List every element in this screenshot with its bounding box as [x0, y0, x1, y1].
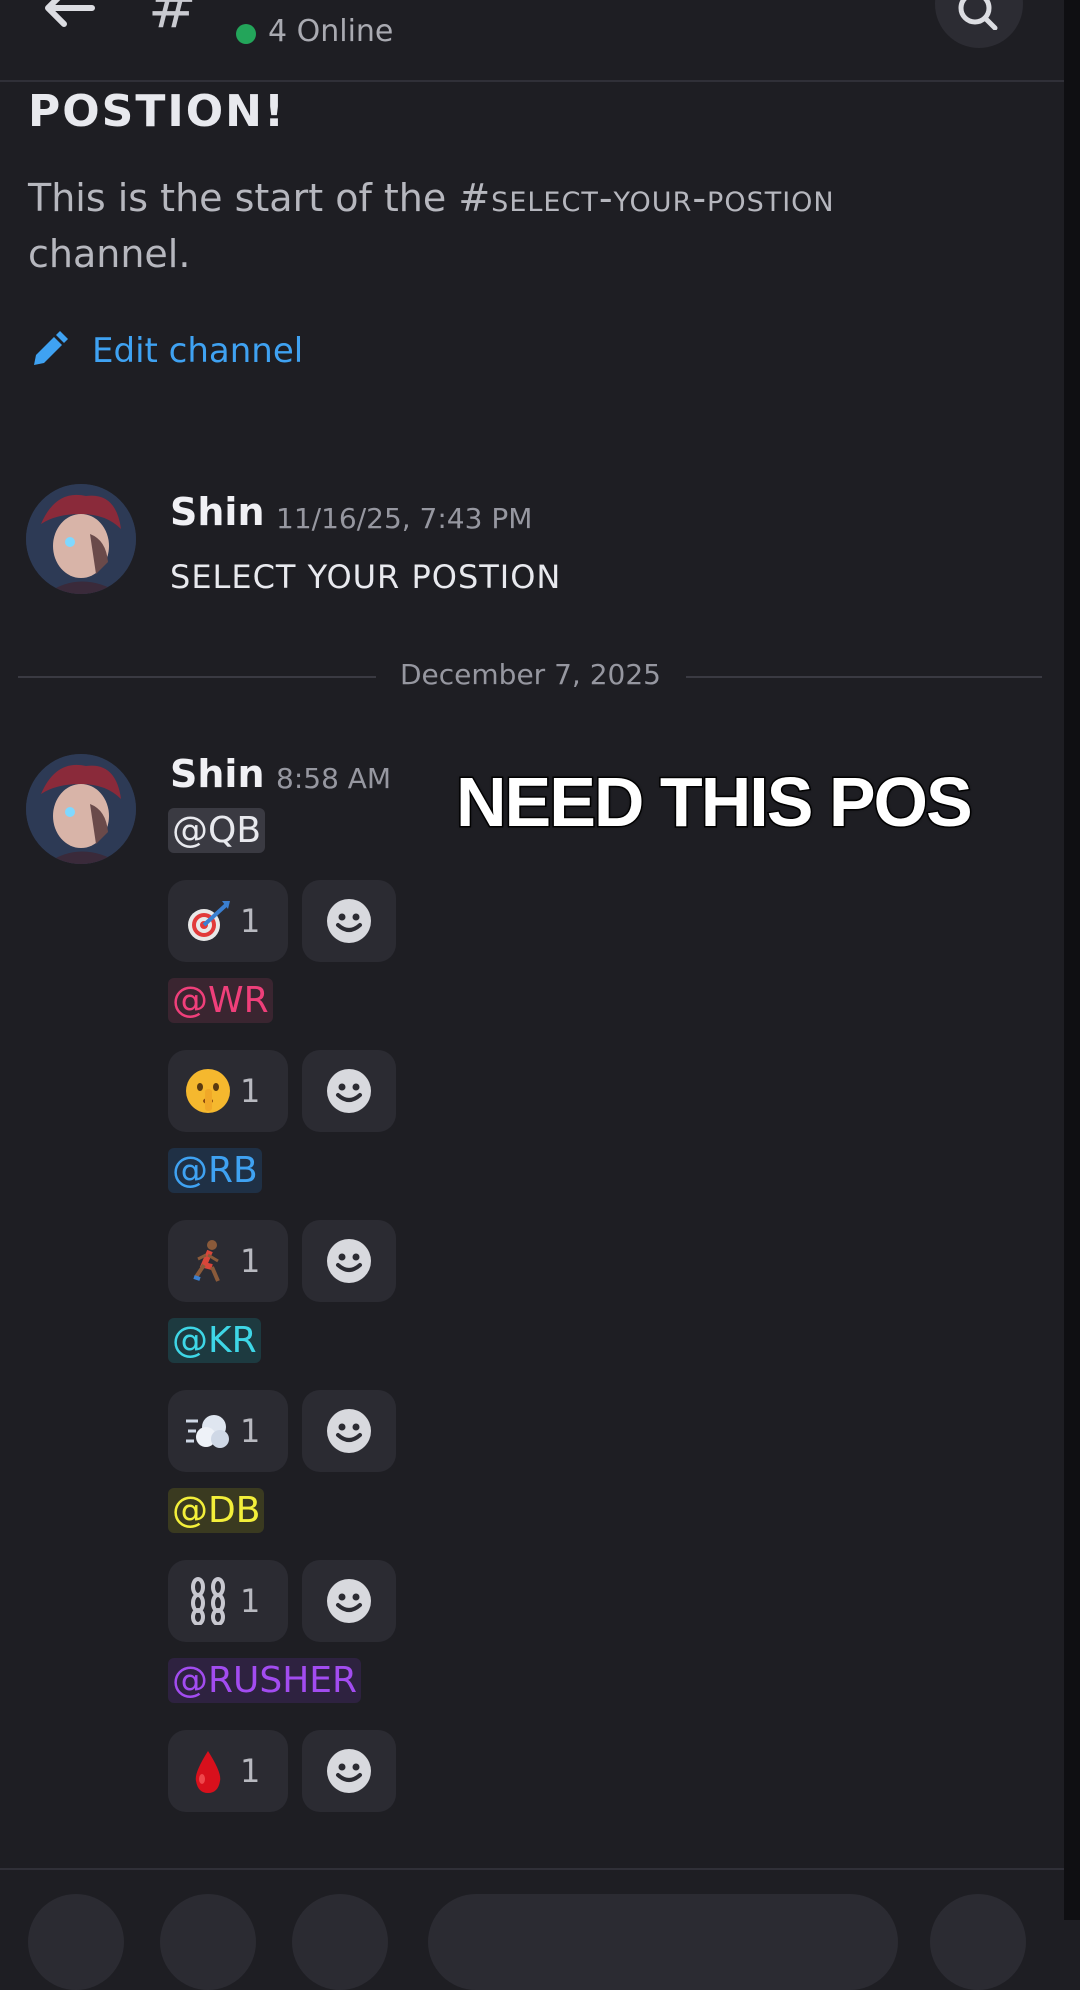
desc-text: channel.	[28, 232, 191, 276]
role-mention[interactable]: @KR	[168, 1318, 261, 1363]
reaction-button[interactable]: 1	[168, 1220, 288, 1302]
role-mention[interactable]: @WR	[168, 978, 273, 1023]
reaction-count: 1	[240, 1752, 261, 1790]
drop-of-blood-icon	[184, 1747, 232, 1795]
add-reaction-button[interactable]	[302, 880, 396, 962]
pencil-icon	[34, 331, 68, 365]
screen-edge	[1064, 0, 1080, 1920]
date-divider-line	[18, 676, 376, 678]
role-mention[interactable]: @QB	[168, 808, 266, 853]
add-reaction-button[interactable]	[302, 1730, 396, 1812]
message-timestamp: 11/16/25, 7:43 PM	[276, 502, 533, 535]
avatar[interactable]	[26, 484, 136, 594]
channel-title: POSTION!	[28, 86, 287, 137]
message-author[interactable]: Shin	[170, 490, 265, 534]
edit-channel-link[interactable]: Edit channel	[28, 326, 303, 376]
dash-icon	[184, 1407, 232, 1455]
dart-icon	[184, 897, 232, 945]
add-reaction-button[interactable]	[302, 1390, 396, 1472]
add-reaction-button[interactable]	[302, 1220, 396, 1302]
reaction-count: 1	[240, 1412, 261, 1450]
runner-icon	[184, 1237, 232, 1285]
reaction-button[interactable]: 1	[168, 1050, 288, 1132]
reaction-button[interactable]: 1	[168, 1390, 288, 1472]
reaction-count: 1	[240, 1242, 261, 1280]
date-divider-line	[686, 676, 1042, 678]
role-mention[interactable]: @DB	[168, 1488, 265, 1533]
back-arrow-icon[interactable]	[40, 0, 100, 30]
role-mention[interactable]: @RB	[168, 1148, 262, 1193]
desc-text: This is the start of the	[28, 176, 459, 220]
reaction-count: 1	[240, 902, 261, 940]
reaction-button[interactable]: 1	[168, 880, 288, 962]
add-reaction-button[interactable]	[302, 1560, 396, 1642]
channel-description: This is the start of the #select-your-po…	[28, 170, 928, 282]
edit-channel-label: Edit channel	[92, 331, 304, 371]
reaction-button[interactable]: 1	[168, 1730, 288, 1812]
online-status-dot	[236, 24, 256, 44]
reaction-count: 1	[240, 1582, 261, 1620]
add-reaction-button[interactable]	[302, 1050, 396, 1132]
message-timestamp: 8:58 AM	[276, 762, 392, 795]
channel-mention[interactable]: #select-your-postion	[458, 176, 834, 220]
date-divider: December 7, 2025	[400, 658, 661, 691]
message-input[interactable]	[428, 1894, 898, 1990]
online-count: 4 Online	[268, 14, 394, 49]
avatar[interactable]	[26, 754, 136, 864]
reaction-count: 1	[240, 1072, 261, 1110]
channel-hash-icon: #	[148, 0, 197, 41]
role-mention[interactable]: @RUSHER	[168, 1658, 362, 1703]
shushing-face-icon	[184, 1067, 232, 1115]
search-icon	[958, 0, 998, 30]
chains-icon	[184, 1577, 232, 1626]
overlay-caption: NEED THIS POS	[455, 762, 975, 843]
add-attachment-button[interactable]	[28, 1894, 124, 1990]
apps-button[interactable]	[160, 1894, 256, 1990]
voice-button[interactable]	[930, 1894, 1026, 1990]
gift-button[interactable]	[292, 1894, 388, 1990]
message-text: SELECT YOUR POSTION	[170, 558, 562, 596]
message-author[interactable]: Shin	[170, 752, 265, 796]
reaction-button[interactable]: 1	[168, 1560, 288, 1642]
